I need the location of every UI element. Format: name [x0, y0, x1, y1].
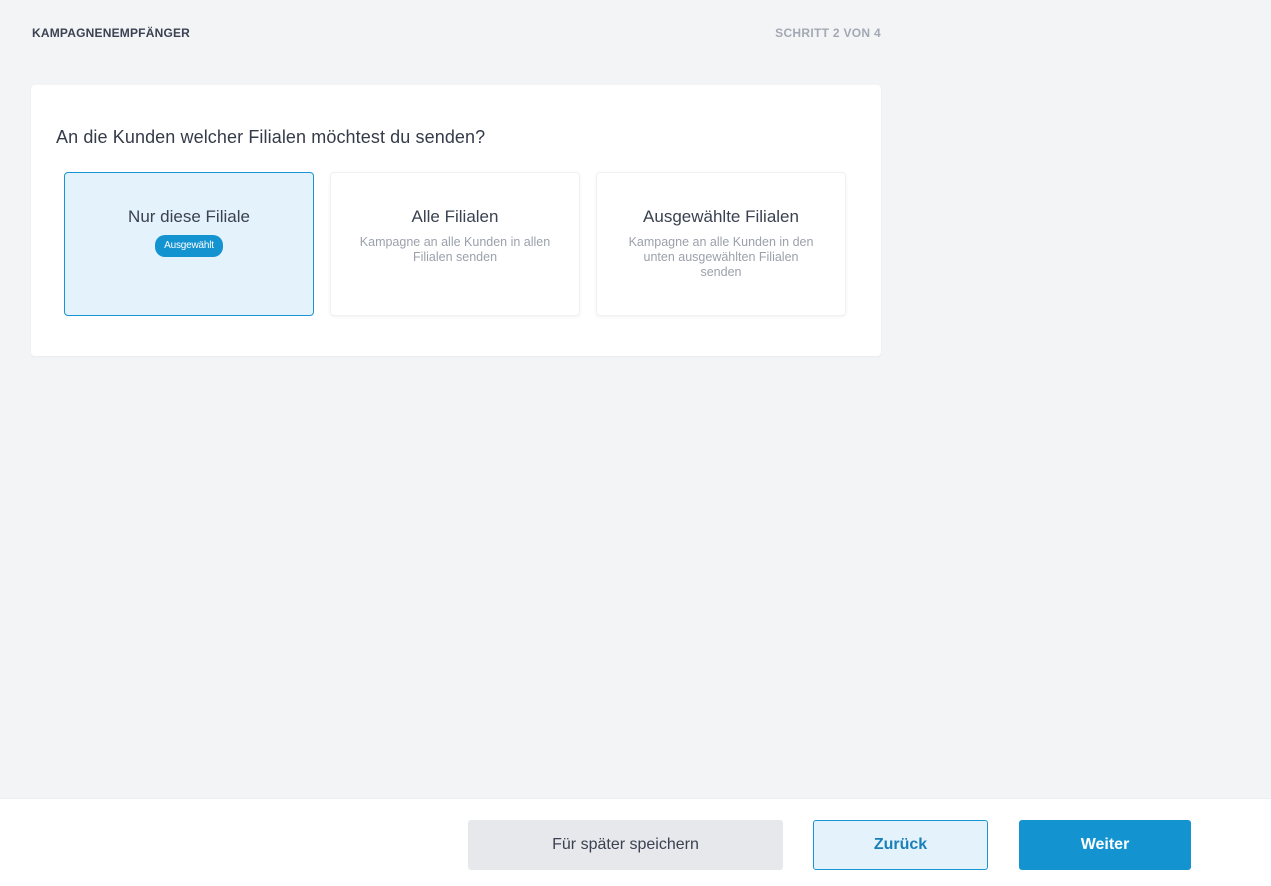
next-button[interactable]: Weiter: [1019, 820, 1191, 870]
save-for-later-button[interactable]: Für später speichern: [468, 820, 783, 870]
back-button[interactable]: Zurück: [813, 820, 988, 870]
option-this-branch[interactable]: Nur diese Filiale Ausgewählt: [64, 172, 314, 316]
section-title: KAMPAGNENEMPFÄNGER: [32, 26, 191, 40]
option-description: Kampagne an alle Kunden in allen Filiale…: [359, 235, 551, 264]
option-title: Nur diese Filiale: [128, 207, 250, 226]
recipients-card: An die Kunden welcher Filialen möchtest …: [31, 85, 881, 356]
question-heading: An die Kunden welcher Filialen möchtest …: [56, 127, 486, 147]
option-title: Alle Filialen: [411, 207, 499, 226]
selected-badge: Ausgewählt: [155, 235, 223, 257]
option-selected-branches[interactable]: Ausgewählte Filialen Kampagne an alle Ku…: [596, 172, 846, 316]
option-all-branches[interactable]: Alle Filialen Kampagne an alle Kunden in…: [330, 172, 580, 316]
step-header: KAMPAGNENEMPFÄNGER SCHRITT 2 VON 4: [32, 26, 881, 40]
page: KAMPAGNENEMPFÄNGER SCHRITT 2 VON 4 An di…: [0, 0, 1271, 886]
step-indicator: SCHRITT 2 VON 4: [775, 26, 881, 40]
footer-bar: Für später speichern Zurück Weiter: [0, 798, 1271, 886]
branch-options: Nur diese Filiale Ausgewählt Alle Filial…: [64, 172, 846, 316]
option-description: Kampagne an alle Kunden in den unten aus…: [628, 235, 814, 279]
option-title: Ausgewählte Filialen: [643, 207, 799, 226]
